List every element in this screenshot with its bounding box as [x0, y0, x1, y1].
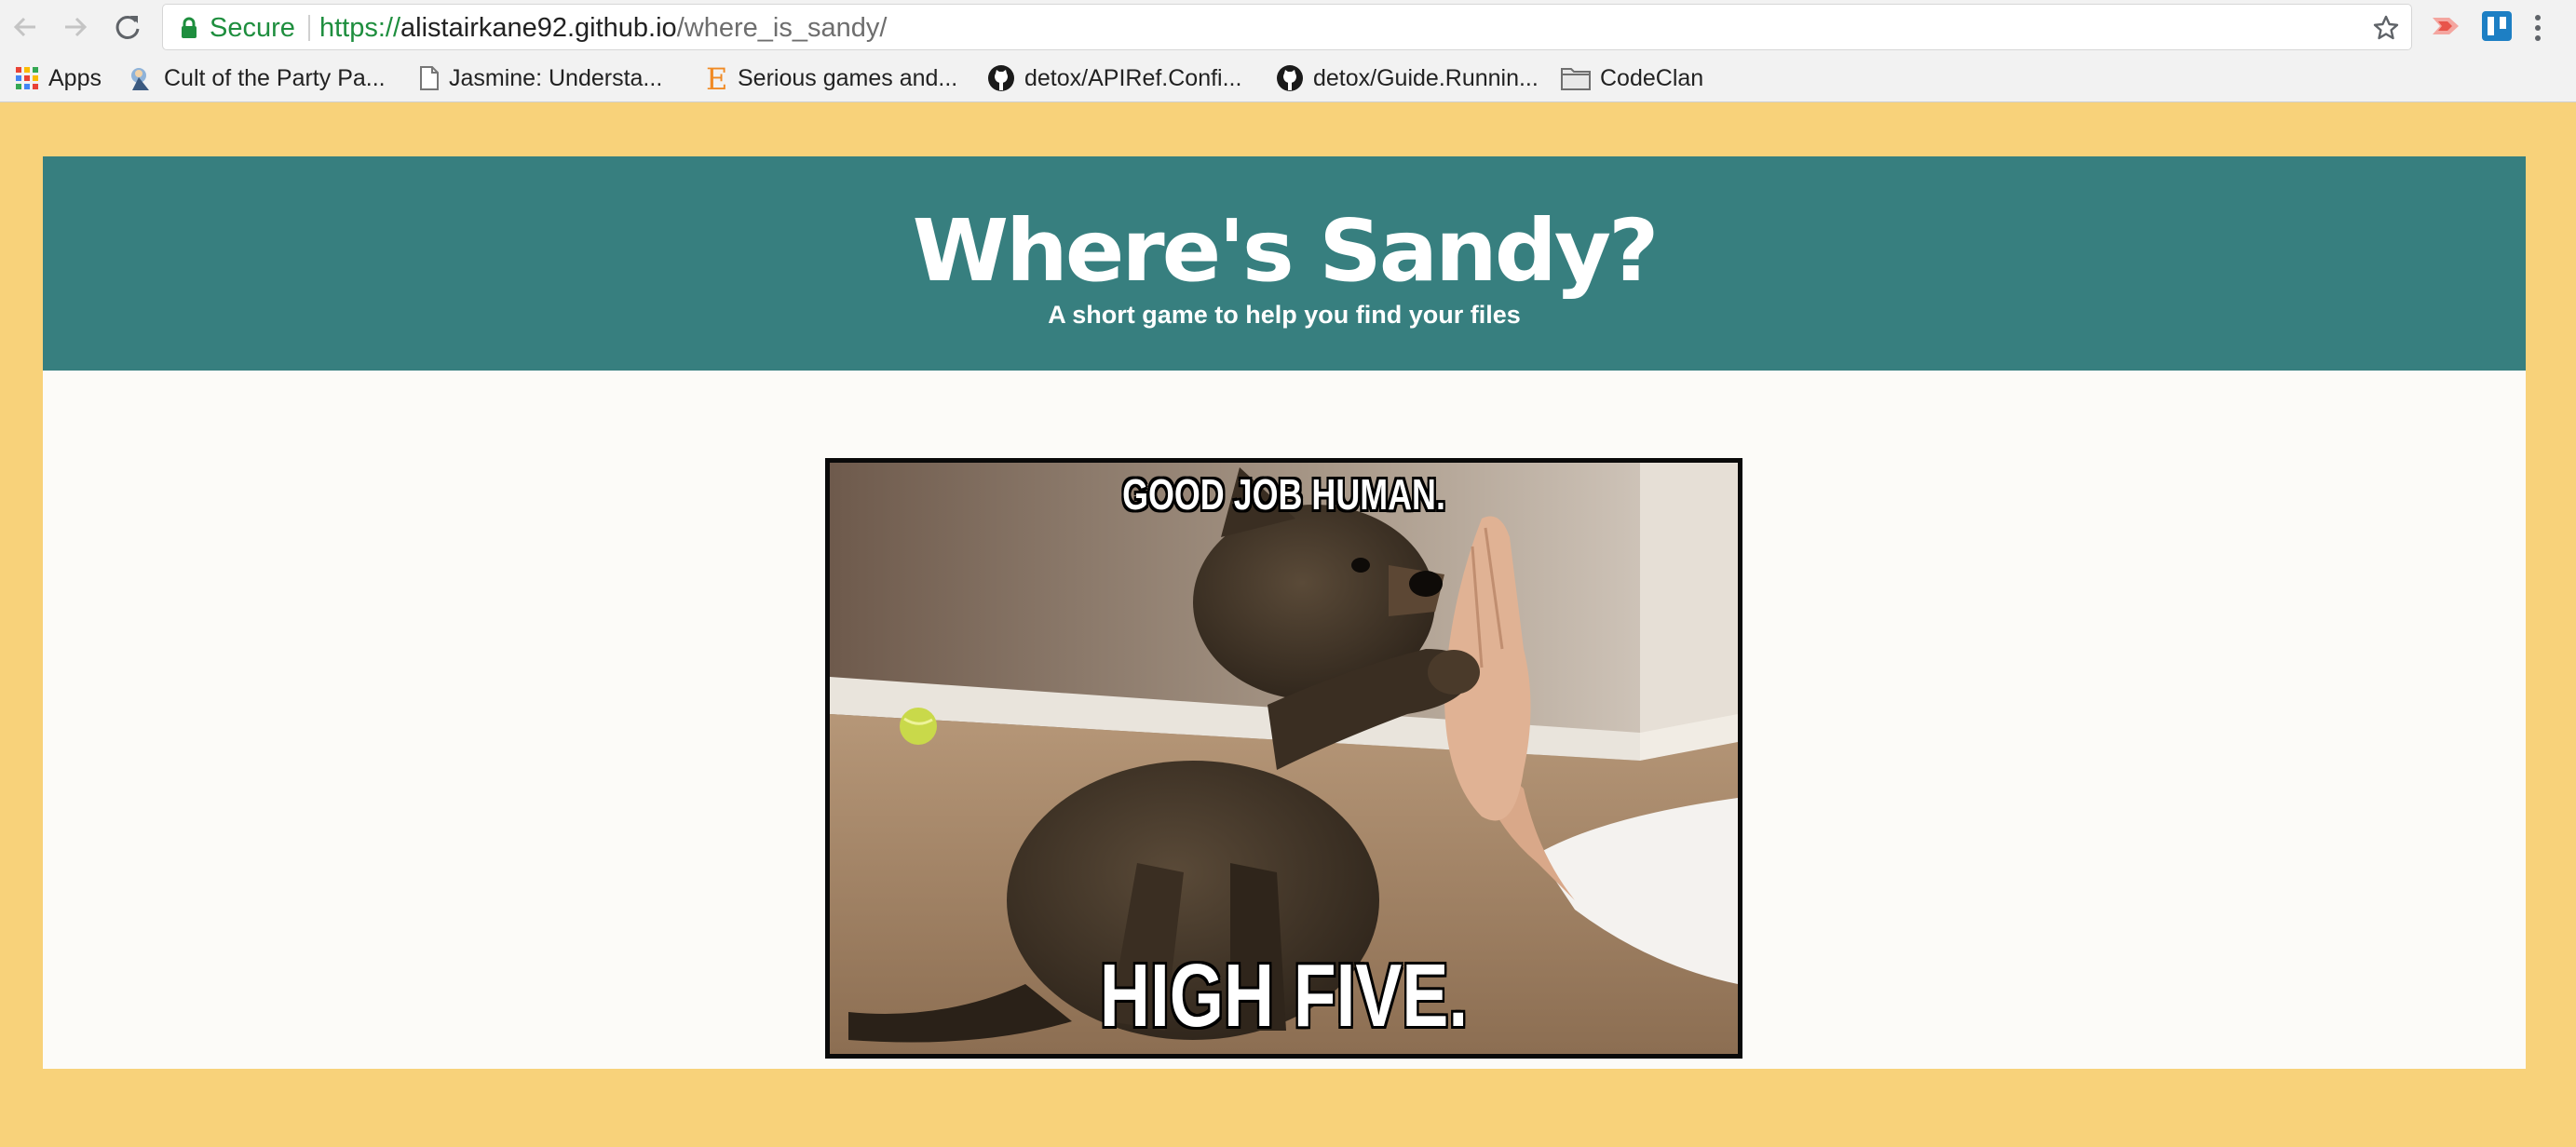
reload-button[interactable] [106, 6, 149, 48]
meme-caption-top: GOOD JOB HUMAN. [1122, 470, 1445, 519]
bookmark-label: Jasmine: Understa... [449, 64, 663, 91]
bookmark-jasmine[interactable]: Jasmine: Understa... [419, 60, 662, 97]
extension-icon[interactable] [2429, 10, 2462, 42]
browser-toolbar: Secure https://alistairkane92.github.io/… [0, 0, 2576, 54]
reload-icon [115, 15, 140, 39]
forward-arrow-icon [65, 17, 88, 37]
address-bar[interactable]: Secure https://alistairkane92.github.io/… [162, 4, 2412, 50]
favicon-icon [127, 64, 155, 92]
back-arrow-icon [13, 17, 35, 37]
star-icon[interactable] [2372, 14, 2400, 42]
bookmark-label: detox/APIRef.Confi... [1024, 64, 1242, 91]
bookmark-detox-apiref[interactable]: detox/APIRef.Confi... [987, 60, 1241, 97]
high-five-meme-image: GOOD JOB HUMAN. HIGH FIVE. [825, 458, 1742, 1059]
url-path: /where_is_sandy/ [676, 13, 888, 43]
bookmark-serious-games[interactable]: E Serious games and... [704, 60, 957, 97]
bookmark-detox-guide[interactable]: detox/Guide.Runnin... [1276, 60, 1539, 97]
bookmark-label: Apps [48, 64, 102, 91]
lock-icon [182, 17, 197, 38]
bookmark-codeclan[interactable]: CodeClan [1561, 60, 1703, 97]
bookmark-label: Cult of the Party Pa... [164, 64, 386, 91]
secure-label: Secure [210, 13, 295, 43]
github-icon [1276, 64, 1304, 92]
bookmark-label: CodeClan [1600, 64, 1704, 91]
apps-grid-icon [15, 66, 39, 90]
bookmarks-bar: Apps Cult of the Party Pa... Jasmine: Un… [0, 54, 2576, 102]
bookmark-cult-of-the-party[interactable]: Cult of the Party Pa... [127, 60, 386, 97]
url-text[interactable]: https://alistairkane92.github.io/where_i… [319, 14, 887, 42]
forward-button[interactable] [54, 6, 97, 48]
page-icon [419, 65, 440, 91]
extension-icon[interactable] [2481, 10, 2513, 42]
bookmark-label: detox/Guide.Runnin... [1313, 64, 1539, 91]
url-scheme: https:// [319, 13, 401, 43]
meme-caption-bottom: HIGH FIVE. [1099, 946, 1469, 1046]
bookmark-apps[interactable]: Apps [15, 60, 102, 97]
back-button[interactable] [4, 6, 47, 48]
menu-icon[interactable] [2528, 9, 2548, 47]
bookmark-label: Serious games and... [738, 64, 958, 91]
svg-text:E: E [706, 63, 727, 93]
github-icon [987, 64, 1015, 92]
folder-icon [1561, 66, 1591, 90]
site-header: Where's Sandy? A short game to help you … [43, 156, 2526, 371]
page-subtitle: A short game to help you find your files [1048, 301, 1521, 329]
address-divider [308, 15, 310, 41]
page-title: Where's Sandy? [912, 201, 1660, 301]
url-host: alistairkane92.github.io [400, 13, 677, 43]
letter-e-icon: E [704, 63, 728, 93]
